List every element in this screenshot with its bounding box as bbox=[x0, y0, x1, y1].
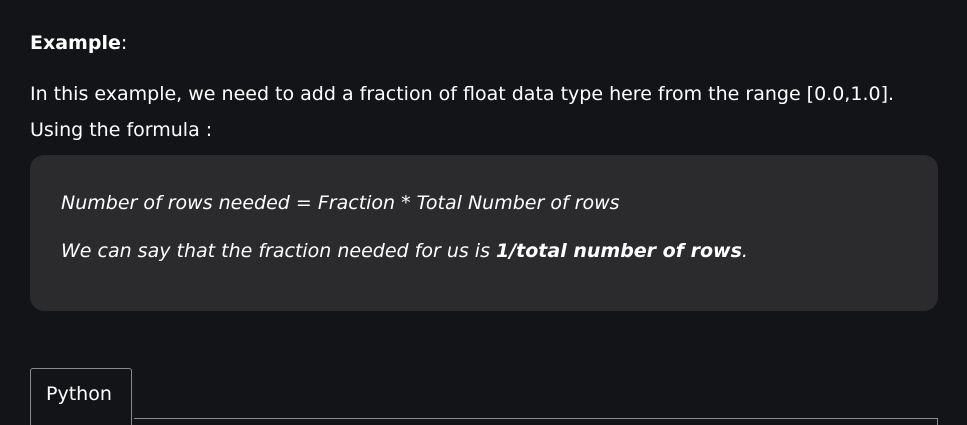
example-heading-colon: : bbox=[120, 32, 128, 54]
code-tab-bar: Python bbox=[30, 368, 938, 425]
tab-python-label: Python bbox=[46, 383, 112, 405]
example-heading: Example: bbox=[30, 29, 127, 57]
intro-line-1: In this example, we need to add a fracti… bbox=[30, 83, 895, 105]
code-pane-right-edge bbox=[937, 418, 938, 425]
tab-python[interactable]: Python bbox=[30, 368, 132, 425]
fraction-note-prefix: We can say that the fraction needed for … bbox=[61, 240, 497, 262]
intro-line-2: Using the formula : bbox=[30, 119, 213, 141]
fraction-note: We can say that the fraction needed for … bbox=[61, 237, 748, 265]
formula-blockquote: Number of rows needed = Fraction * Total… bbox=[30, 155, 938, 311]
tab-divider bbox=[134, 418, 938, 419]
fraction-note-bold: 1/total number of rows bbox=[496, 240, 742, 262]
intro-paragraph: In this example, we need to add a fracti… bbox=[30, 76, 894, 148]
fraction-note-suffix: . bbox=[741, 240, 748, 262]
formula-text: Number of rows needed = Fraction * Total… bbox=[61, 192, 620, 214]
example-heading-bold: Example bbox=[30, 32, 121, 54]
